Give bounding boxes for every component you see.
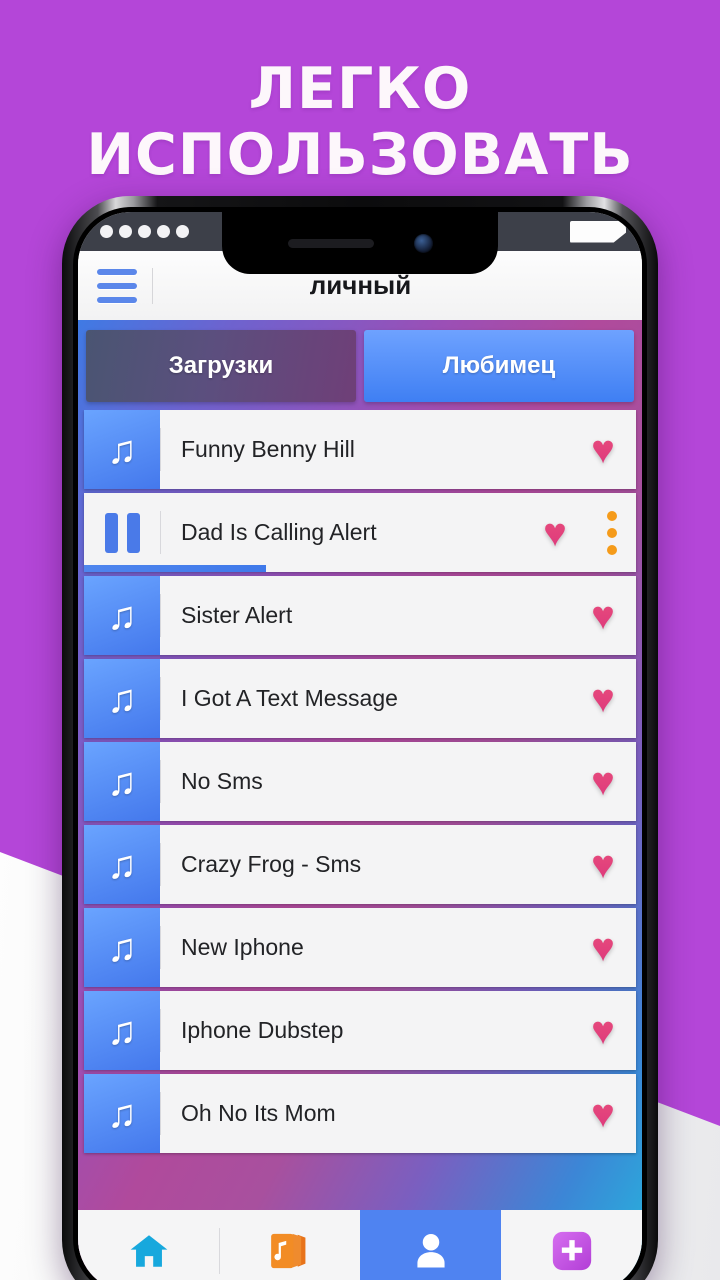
app-content: Загрузки Любимец ♫ Funny Benny Hill ♥ Da… bbox=[78, 320, 642, 1280]
home-icon bbox=[126, 1230, 172, 1272]
phone-bezel: личный Загрузки Любимец ♫ Funny Benny Hi… bbox=[73, 207, 647, 1280]
list-item-label: Sister Alert bbox=[181, 602, 293, 628]
front-camera-icon bbox=[413, 233, 433, 253]
nav-divider bbox=[219, 1228, 220, 1274]
list-item[interactable]: ♫ I Got A Text Message ♥ bbox=[84, 659, 636, 738]
music-note-icon: ♫ bbox=[84, 742, 160, 821]
music-note-icon: ♫ bbox=[84, 659, 160, 738]
favorite-heart-icon[interactable]: ♥ bbox=[522, 493, 588, 572]
list-item-playing[interactable]: Dad Is Calling Alert ♥ bbox=[84, 493, 636, 572]
more-vertical-icon[interactable] bbox=[588, 493, 636, 572]
speaker-slot-icon bbox=[287, 238, 374, 248]
phone-notch bbox=[222, 212, 498, 274]
music-note-icon: ♫ bbox=[84, 908, 160, 987]
list-item-label: Dad Is Calling Alert bbox=[181, 519, 377, 545]
list-item-label: Iphone Dubstep bbox=[181, 1017, 344, 1043]
phone-frame: личный Загрузки Любимец ♫ Funny Benny Hi… bbox=[62, 196, 658, 1280]
hamburger-menu-icon[interactable] bbox=[78, 268, 152, 303]
tab-downloads-label: Загрузки bbox=[168, 352, 274, 379]
bottom-navigation bbox=[78, 1210, 642, 1280]
favorite-heart-icon[interactable]: ♥ bbox=[570, 1074, 636, 1153]
nav-personal[interactable] bbox=[360, 1210, 501, 1280]
page-title: личный bbox=[309, 270, 412, 300]
nav-home[interactable] bbox=[78, 1210, 219, 1280]
list-item[interactable]: ♫ Funny Benny Hill ♥ bbox=[84, 410, 636, 489]
list-item-label: I Got A Text Message bbox=[181, 685, 398, 711]
nav-add[interactable] bbox=[501, 1210, 642, 1280]
playback-progress-bar[interactable] bbox=[84, 565, 267, 572]
phone-screen: личный Загрузки Любимец ♫ Funny Benny Hi… bbox=[78, 212, 642, 1280]
tab-downloads[interactable]: Загрузки bbox=[86, 330, 356, 402]
tab-favorites-label: Любимец bbox=[442, 352, 556, 379]
music-note-icon: ♫ bbox=[84, 991, 160, 1070]
list-item[interactable]: ♫ Oh No Its Mom ♥ bbox=[84, 1074, 636, 1153]
person-icon bbox=[409, 1229, 453, 1273]
status-dots-icon bbox=[94, 225, 189, 238]
favorite-heart-icon[interactable]: ♥ bbox=[570, 825, 636, 904]
favorite-heart-icon[interactable]: ♥ bbox=[570, 410, 636, 489]
plus-square-icon bbox=[549, 1228, 595, 1274]
list-item[interactable]: ♫ New Iphone ♥ bbox=[84, 908, 636, 987]
list-item-label: No Sms bbox=[181, 768, 263, 794]
tab-bar: Загрузки Любимец bbox=[78, 320, 642, 410]
favorite-heart-icon[interactable]: ♥ bbox=[570, 742, 636, 821]
promo-headline: ЛЕГКО ИСПОЛЬЗОВАТЬ bbox=[86, 56, 634, 188]
list-item-label: Funny Benny Hill bbox=[181, 436, 355, 462]
tab-favorites[interactable]: Любимец bbox=[364, 330, 634, 402]
music-note-icon: ♫ bbox=[84, 576, 160, 655]
music-note-icon: ♫ bbox=[84, 410, 160, 489]
nav-library[interactable] bbox=[219, 1210, 360, 1280]
list-item[interactable]: ♫ No Sms ♥ bbox=[84, 742, 636, 821]
music-note-icon: ♫ bbox=[84, 825, 160, 904]
ringtone-list[interactable]: ♫ Funny Benny Hill ♥ Dad Is Calling Aler… bbox=[78, 410, 642, 1210]
favorite-heart-icon[interactable]: ♥ bbox=[570, 659, 636, 738]
list-item-label: New Iphone bbox=[181, 934, 304, 960]
favorite-heart-icon[interactable]: ♥ bbox=[570, 576, 636, 655]
favorite-heart-icon[interactable]: ♥ bbox=[570, 908, 636, 987]
pause-icon[interactable] bbox=[84, 493, 160, 572]
status-bar bbox=[78, 212, 642, 274]
music-note-icon: ♫ bbox=[84, 1074, 160, 1153]
list-item-label: Oh No Its Mom bbox=[181, 1100, 336, 1126]
favorite-heart-icon[interactable]: ♥ bbox=[570, 991, 636, 1070]
list-item[interactable]: ♫ Crazy Frog - Sms ♥ bbox=[84, 825, 636, 904]
list-item-label: Crazy Frog - Sms bbox=[181, 851, 362, 877]
battery-icon bbox=[570, 220, 626, 243]
list-item[interactable]: ♫ Iphone Dubstep ♥ bbox=[84, 991, 636, 1070]
music-cards-icon bbox=[266, 1229, 314, 1273]
list-item[interactable]: ♫ Sister Alert ♥ bbox=[84, 576, 636, 655]
